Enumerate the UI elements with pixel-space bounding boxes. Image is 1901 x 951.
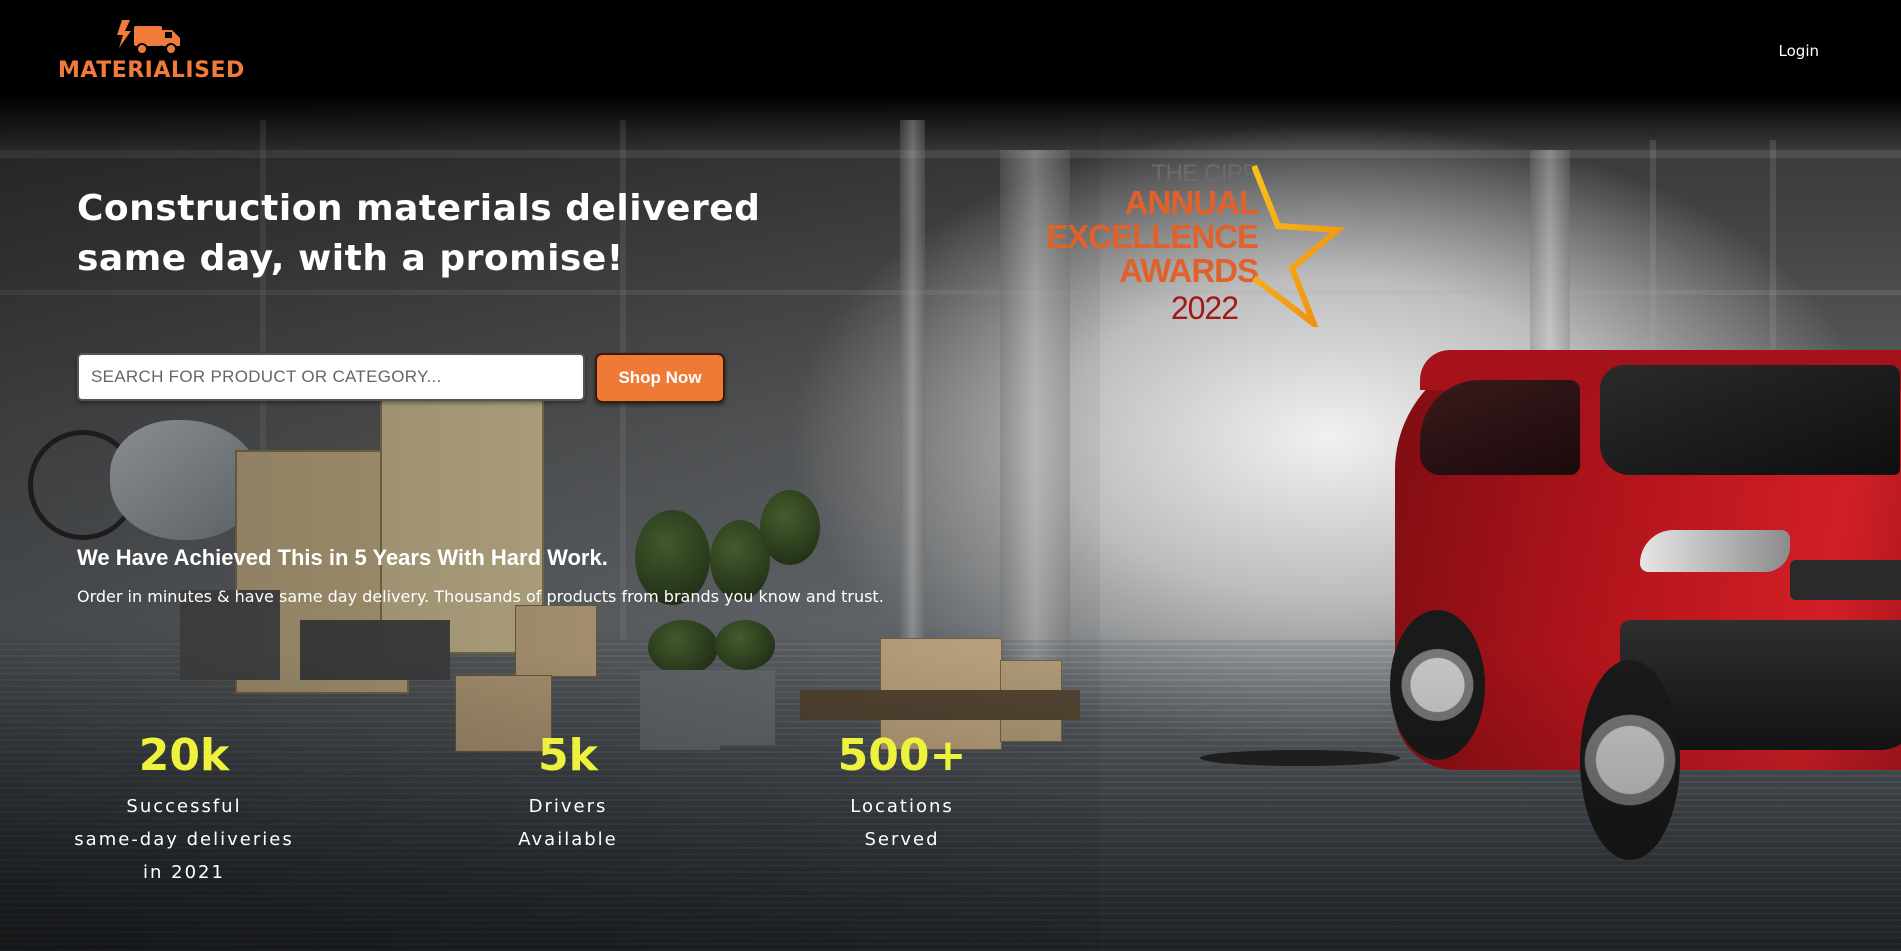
award-line-excellence: EXCELLENCE bbox=[1046, 218, 1259, 255]
stat-label: Successful same-day deliveries in 2021 bbox=[74, 796, 294, 883]
logo[interactable]: MATERIALISED bbox=[58, 18, 245, 83]
logo-text: MATERIALISED bbox=[58, 58, 245, 83]
stat-drivers: 5k Drivers Available bbox=[438, 728, 698, 856]
stat-locations: 500+ Locations Served bbox=[772, 728, 1032, 856]
delivery-truck-bolt-icon bbox=[117, 20, 180, 55]
star-icon bbox=[1252, 164, 1346, 327]
stat-label: Drivers Available bbox=[518, 796, 618, 850]
login-link[interactable]: Login bbox=[1779, 42, 1819, 60]
hero-section: MATERIALISED Login Construction material… bbox=[0, 0, 1901, 951]
stat-deliveries: 20k Successful same-day deliveries in 20… bbox=[54, 728, 314, 889]
achievement-description: Order in minutes & have same day deliver… bbox=[77, 587, 884, 606]
award-line-awards: AWARDS bbox=[1119, 252, 1259, 289]
search-bar: Shop Now bbox=[77, 353, 725, 403]
stat-value: 5k bbox=[538, 730, 598, 781]
award-year: 2022 bbox=[1170, 290, 1239, 326]
award-line-annual: ANNUAL bbox=[1124, 184, 1259, 221]
stat-value: 20k bbox=[138, 730, 230, 781]
achievement-title: We Have Achieved This in 5 Years With Ha… bbox=[77, 545, 608, 570]
award-badge: THE CIPP ANNUAL EXCELLENCE AWARDS 2022 bbox=[1046, 158, 1360, 328]
search-input[interactable] bbox=[77, 353, 585, 401]
shop-now-button[interactable]: Shop Now bbox=[595, 353, 725, 403]
stat-value: 500+ bbox=[837, 730, 967, 781]
hero-headline: Construction materials delivered same da… bbox=[77, 188, 761, 279]
stat-label: Locations Served bbox=[850, 796, 954, 850]
